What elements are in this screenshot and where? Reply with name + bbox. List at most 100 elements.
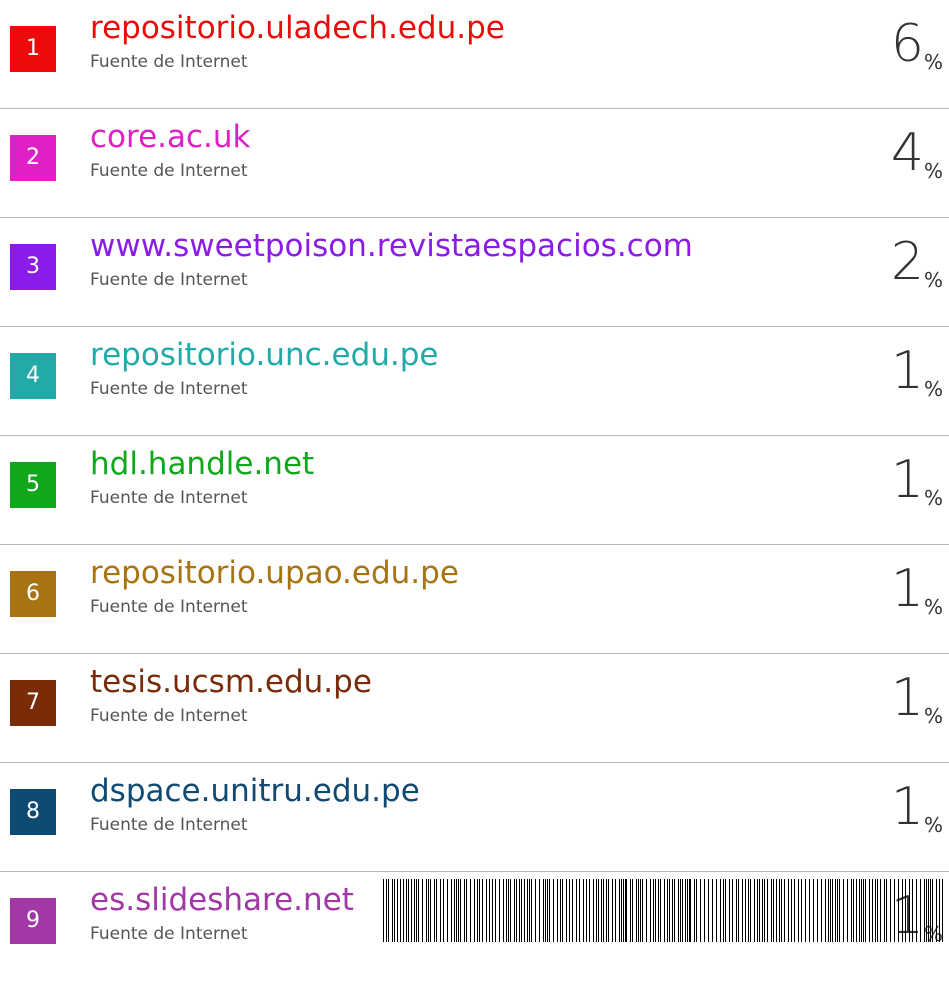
barcode-bar	[664, 879, 665, 942]
barcode-bar	[880, 879, 881, 942]
match-percent: 1%	[891, 771, 943, 843]
source-type: Fuente de Internet	[90, 815, 248, 835]
barcode-bar	[886, 879, 887, 942]
barcode-bar	[539, 879, 540, 942]
barcode-bar	[776, 879, 777, 942]
barcode-bar	[440, 879, 441, 942]
barcode-bar	[506, 879, 507, 942]
rank-badge: 4	[10, 353, 56, 399]
barcode-bar	[736, 879, 737, 942]
barcode-bar	[603, 879, 604, 942]
match-percent: 4%	[891, 117, 943, 189]
percent-value: 1	[890, 559, 924, 619]
barcode-bar	[411, 879, 412, 942]
barcode-bar	[667, 879, 668, 942]
barcode-bar	[674, 879, 675, 942]
percent-value: 2	[890, 232, 924, 292]
barcode-bar	[839, 879, 840, 942]
percent-value: 4	[890, 123, 924, 183]
barcode-bar	[615, 879, 616, 942]
barcode-bar	[700, 879, 701, 942]
barcode-bar	[636, 879, 637, 942]
barcode-bar	[642, 879, 643, 942]
similarity-source-list: 1 repositorio.uladech.edu.pe Fuente de I…	[0, 0, 949, 981]
barcode-bar	[560, 879, 561, 942]
barcode-bar	[403, 879, 404, 942]
source-link[interactable]: repositorio.uladech.edu.pe	[90, 8, 505, 48]
barcode-bar	[863, 879, 864, 942]
barcode-bar	[426, 879, 427, 942]
barcode-bar	[489, 879, 490, 942]
barcode-bar	[623, 879, 624, 942]
barcode-bar	[716, 879, 717, 942]
barcode-bar	[798, 879, 799, 942]
match-percent: 1%	[891, 662, 943, 734]
barcode-bar	[430, 879, 431, 942]
source-row: 1 repositorio.uladech.edu.pe Fuente de I…	[0, 0, 949, 109]
barcode-bar	[905, 879, 906, 942]
barcode-bar	[745, 879, 746, 942]
barcode-bar	[748, 879, 749, 942]
barcode-bar	[658, 879, 659, 942]
barcode-bar	[414, 879, 415, 942]
barcode-bar	[687, 879, 688, 942]
source-link[interactable]: repositorio.upao.edu.pe	[90, 553, 459, 593]
barcode-bar	[851, 879, 852, 942]
source-type: Fuente de Internet	[90, 488, 248, 508]
barcode-bar	[830, 879, 831, 942]
barcode-bar	[861, 879, 862, 942]
barcode-bar	[771, 879, 772, 942]
barcode-bar	[586, 879, 587, 942]
barcode-bar	[434, 879, 435, 942]
source-link[interactable]: es.slideshare.net	[90, 880, 354, 920]
barcode-bar	[576, 879, 577, 942]
barcode-bar	[685, 879, 686, 942]
barcode-bar	[422, 879, 423, 942]
barcode-bar	[825, 879, 826, 942]
barcode-bar	[630, 879, 631, 942]
barcode-bar	[383, 879, 384, 942]
source-link[interactable]: www.sweetpoison.revistaespacios.com	[90, 226, 693, 266]
percent-value: 1	[890, 341, 924, 401]
barcode-bar	[527, 879, 528, 942]
barcode-bar	[519, 879, 520, 942]
barcode-bar	[650, 879, 651, 942]
source-row: 7 tesis.ucsm.edu.pe Fuente de Internet 1…	[0, 654, 949, 763]
barcode-bar	[486, 879, 487, 942]
barcode-bar	[930, 879, 931, 942]
barcode-bar	[416, 879, 417, 942]
source-link[interactable]: repositorio.unc.edu.pe	[90, 335, 439, 375]
barcode-bar	[619, 879, 620, 942]
source-link[interactable]: tesis.ucsm.edu.pe	[90, 662, 372, 702]
barcode-bar	[579, 879, 580, 942]
barcode-bar	[791, 879, 792, 942]
match-percent: 6%	[891, 8, 943, 80]
source-link[interactable]: dspace.unitru.edu.pe	[90, 771, 420, 811]
barcode-bar	[606, 879, 607, 942]
barcode-bar	[572, 879, 573, 942]
rank-badge: 2	[10, 135, 56, 181]
barcode-bar	[932, 879, 933, 942]
barcode-bar	[470, 879, 471, 942]
barcode-bar	[942, 879, 943, 942]
barcode-bar	[767, 879, 768, 942]
barcode-bar	[708, 879, 709, 942]
barcode-bar	[689, 879, 691, 942]
barcode-bar	[696, 879, 697, 942]
source-link[interactable]: core.ac.uk	[90, 117, 251, 157]
barcode-bar	[909, 879, 910, 942]
barcode-bar	[495, 879, 496, 942]
barcode-bar	[621, 879, 622, 942]
barcode-bar	[801, 879, 802, 942]
source-link[interactable]: hdl.handle.net	[90, 444, 314, 484]
barcode-bar	[817, 879, 818, 942]
percent-sign: %	[923, 813, 943, 837]
barcode-bar	[773, 879, 774, 942]
barcode-bar	[872, 879, 873, 942]
barcode-bar	[865, 879, 866, 942]
barcode-bar	[694, 879, 695, 942]
barcode-bar	[742, 879, 743, 942]
barcode-bar	[877, 879, 878, 942]
rank-badge: 1	[10, 26, 56, 72]
barcode-bar	[545, 879, 546, 942]
